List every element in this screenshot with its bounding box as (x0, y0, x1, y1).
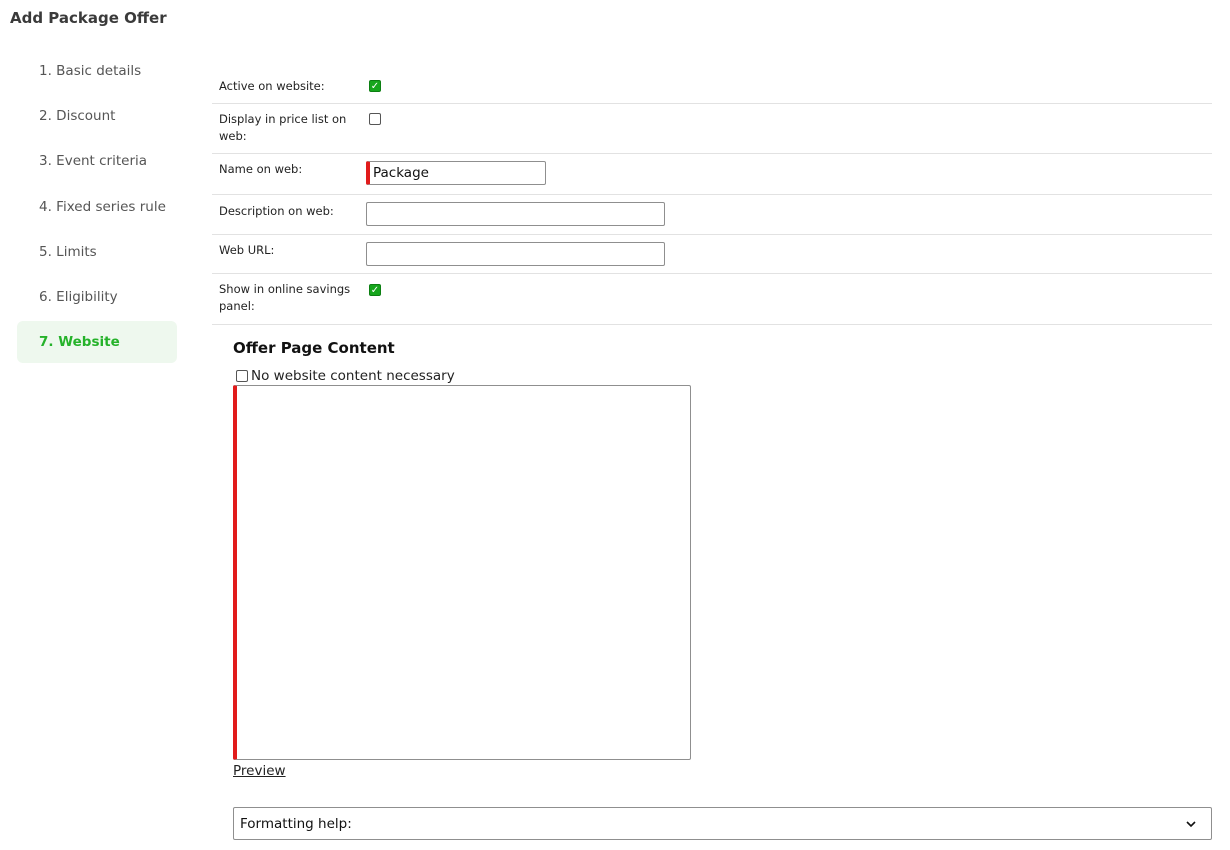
description-on-web-input[interactable] (366, 202, 665, 226)
active-on-website-checkbox[interactable]: ✓ (369, 80, 381, 92)
no-content-option[interactable]: No website content necessary (236, 368, 455, 384)
formatting-help-dropdown[interactable]: Formatting help: (233, 807, 1212, 840)
active-on-website-row: Active on website: ✓ (212, 70, 1212, 104)
name-on-web-input[interactable]: Package (366, 161, 546, 185)
web-url-label: Web URL: (219, 243, 275, 257)
description-on-web-row: Description on web: (212, 195, 1212, 235)
chevron-down-icon (1186, 821, 1196, 828)
check-icon: ✓ (370, 285, 380, 296)
name-on-web-label: Name on web: (219, 162, 303, 176)
description-on-web-label: Description on web: (219, 204, 334, 218)
step-fixed-series-rule[interactable]: 4. Fixed series rule (17, 186, 177, 228)
name-on-web-row: Name on web: Package (212, 154, 1212, 195)
display-price-list-checkbox[interactable] (369, 113, 381, 125)
active-on-website-label: Active on website: (219, 79, 325, 93)
web-url-row: Web URL: (212, 235, 1212, 274)
step-event-criteria[interactable]: 3. Event criteria (17, 140, 177, 182)
step-eligibility[interactable]: 6. Eligibility (17, 276, 177, 318)
formatting-help-label: Formatting help: (240, 816, 352, 832)
savings-panel-label: Show in online savings panel: (219, 282, 351, 313)
check-icon: ✓ (370, 81, 380, 92)
savings-panel-checkbox[interactable]: ✓ (369, 284, 381, 296)
step-website[interactable]: 7. Website (17, 321, 177, 363)
step-discount[interactable]: 2. Discount (17, 95, 177, 137)
step-basic-details[interactable]: 1. Basic details (17, 50, 177, 92)
web-url-input[interactable] (366, 242, 665, 266)
savings-panel-row: Show in online savings panel: ✓ (212, 274, 1212, 325)
no-content-checkbox[interactable] (236, 370, 248, 382)
display-price-list-label: Display in price list on web: (219, 112, 347, 143)
page-title: Add Package Offer (10, 9, 167, 27)
offer-content-textarea[interactable] (233, 385, 691, 760)
display-price-list-row: Display in price list on web: (212, 104, 1212, 154)
no-content-label: No website content necessary (251, 368, 455, 384)
step-limits[interactable]: 5. Limits (17, 231, 177, 273)
preview-link[interactable]: Preview (233, 763, 286, 779)
offer-content-title: Offer Page Content (233, 339, 395, 357)
